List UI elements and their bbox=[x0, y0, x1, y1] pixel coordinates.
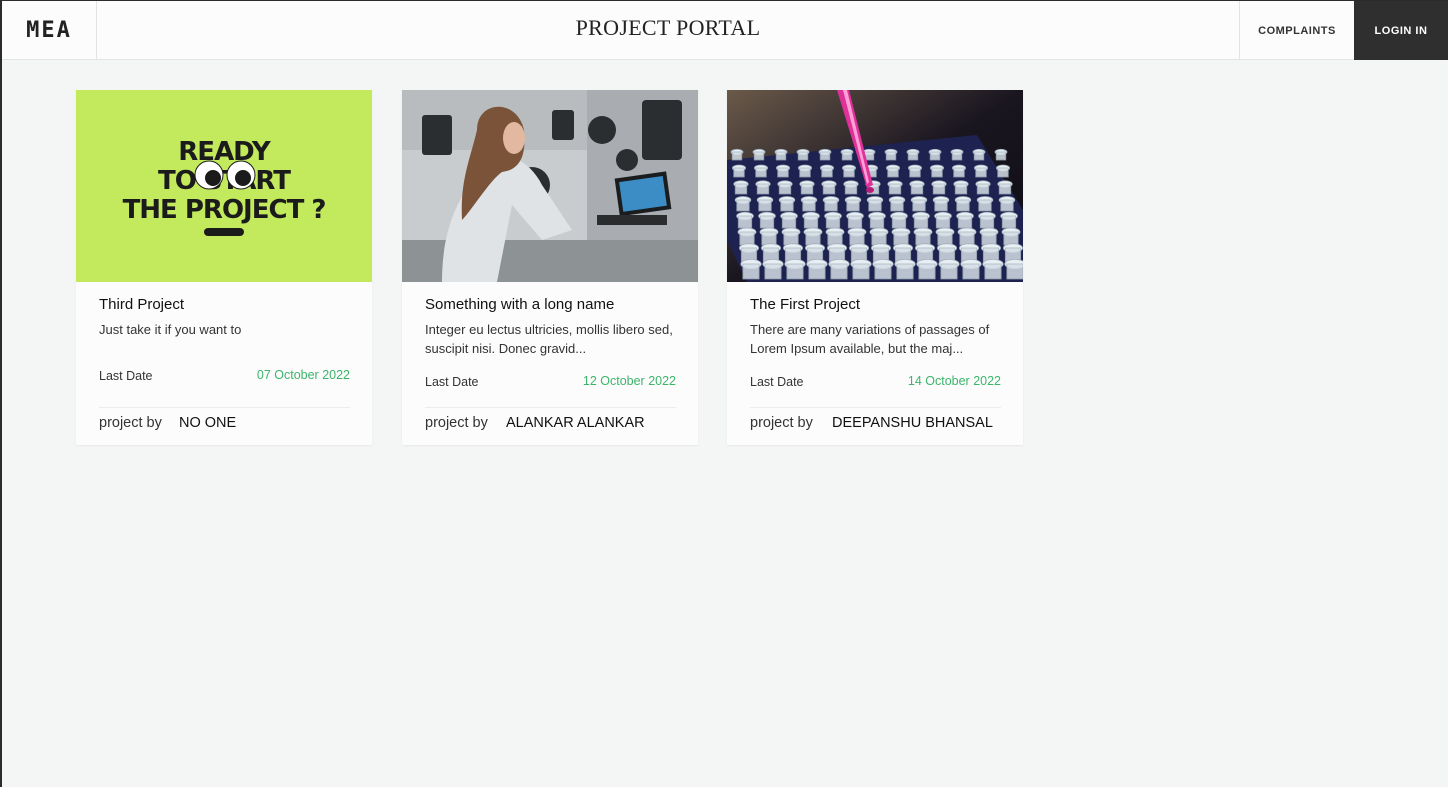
project-card-long-name[interactable]: Something with a long name Integer eu le… bbox=[402, 90, 698, 445]
project-by-name: ALANKAR ALANKAR bbox=[506, 415, 645, 431]
project-card-third-project[interactable]: READY TO START THE PROJECT ? Third Proje… bbox=[76, 90, 372, 445]
image-text-line3: THE PROJECT ? bbox=[123, 195, 326, 225]
divider bbox=[425, 407, 676, 408]
last-date-value: 12 October 2022 bbox=[582, 374, 676, 388]
login-button[interactable]: LOGIN IN bbox=[1354, 1, 1448, 60]
last-date-value: 14 October 2022 bbox=[907, 374, 1001, 388]
last-date-label: Last Date bbox=[425, 375, 479, 389]
project-image-test-tubes bbox=[727, 90, 1023, 282]
project-by-label: project by bbox=[99, 415, 162, 431]
logo-link[interactable]: MEA bbox=[2, 1, 97, 60]
project-by-label: project by bbox=[425, 415, 488, 431]
project-image-engineer-laptop bbox=[402, 90, 698, 282]
last-date-label: Last Date bbox=[99, 369, 153, 383]
project-description: Just take it if you want to bbox=[99, 322, 242, 337]
page-title: PROJECT PORTAL bbox=[575, 15, 761, 40]
top-navbar: MEA PROJECT PORTAL COMPLAINTS LOGIN IN bbox=[2, 0, 1448, 60]
project-title[interactable]: The First Project bbox=[750, 296, 860, 313]
logo: MEA bbox=[26, 18, 72, 43]
project-description: There are many variations of passages of… bbox=[750, 322, 990, 356]
divider bbox=[99, 407, 350, 408]
project-card-first-project[interactable]: The First Project There are many variati… bbox=[727, 90, 1023, 445]
image-pill-button-graphic bbox=[204, 228, 244, 236]
last-date-value: 07 October 2022 bbox=[256, 368, 350, 382]
image-text-line2: TO START bbox=[158, 166, 291, 196]
project-title[interactable]: Third Project bbox=[99, 296, 184, 313]
project-by-name: DEEPANSHU BHANSAL bbox=[832, 415, 993, 431]
divider bbox=[750, 407, 1001, 408]
image-text-line1: READY bbox=[178, 137, 272, 167]
project-image-ready-to-start: READY TO START THE PROJECT ? bbox=[76, 90, 372, 282]
project-by-name: NO ONE bbox=[179, 415, 237, 431]
last-date-label: Last Date bbox=[750, 375, 804, 389]
project-title[interactable]: Something with a long name bbox=[425, 296, 614, 313]
complaints-link[interactable]: COMPLAINTS bbox=[1239, 1, 1354, 60]
project-by-label: project by bbox=[750, 415, 813, 431]
project-description: Integer eu lectus ultricies, mollis libe… bbox=[425, 322, 673, 356]
